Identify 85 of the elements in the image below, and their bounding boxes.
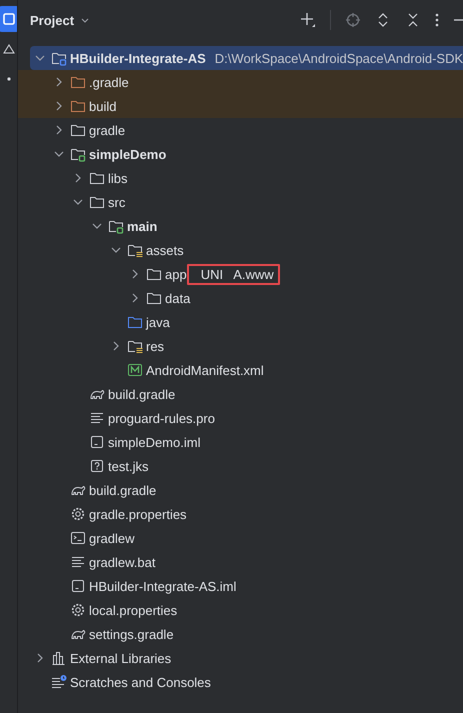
file-icon [70,578,86,594]
folder-icon [70,74,86,90]
tree-row[interactable]: .gradle [18,70,463,94]
folder-icon [127,314,143,330]
tree-row[interactable]: assets [18,238,463,262]
manifest-icon [127,362,143,378]
item-name: simpleDemo.iml [108,434,200,450]
item-name: res [146,338,164,354]
item-name: java [146,314,170,330]
tree-row[interactable]: External Libraries [18,646,463,670]
item-name: proguard-rules.pro [108,410,215,426]
tree-row[interactable]: gradlew.bat [18,550,463,574]
item-name: build.gradle [108,386,176,402]
project-folder-icon [51,50,67,66]
tree-row[interactable]: gradlew [18,526,463,550]
scratches-icon [51,674,67,690]
file-icon [89,434,105,450]
tree-row[interactable]: local.properties [18,598,463,622]
tree-row[interactable]: res [18,334,463,358]
item-name: gradlew [89,530,135,546]
libraries-icon [51,650,67,666]
item-name: data [165,290,190,306]
text-file-icon [70,554,86,570]
item-name: External Libraries [70,650,172,666]
project-icon [1,11,17,27]
tree-row[interactable]: test.jks [18,454,463,478]
tree-row[interactable]: AndroidManifest.xml [18,358,463,382]
item-name: assets [146,242,184,258]
item-name: libs [108,170,128,186]
more-icon[interactable] [435,12,439,28]
project-path: D:\WorkSpace\AndroidSpace\Android-SDK [214,50,463,66]
item-name: HBuilder-Integrate-AS.iml [89,578,236,594]
item-name: build [89,98,116,114]
item-name: gradle [89,122,126,138]
highlighted-text: UNI A.www [186,264,280,284]
tree-row[interactable]: build.gradle [18,382,463,406]
folder-icon [146,266,162,282]
tree-row[interactable]: build.gradle [18,478,463,502]
module-folder-icon [70,146,86,162]
item-name: Scratches and Consoles [70,674,211,690]
resources-folder-icon [127,242,143,258]
item-name: AndroidManifest.xml [146,362,264,378]
tree-row[interactable]: src [18,190,463,214]
tree-row[interactable]: main [18,214,463,238]
locate-icon[interactable] [345,12,361,28]
tree-row[interactable]: app UNI A.www [18,262,463,286]
folder-icon [89,170,105,186]
item-name: HBuilder-Integrate-AS [70,50,206,66]
item-name: gradle.properties [89,506,187,522]
text-file-icon [89,410,105,426]
tree-row[interactable]: proguard-rules.pro [18,406,463,430]
item-name: build.gradle [89,482,156,498]
unknown-file-icon [89,458,105,474]
item-name: simpleDemo [89,146,166,162]
terminal-icon [70,530,86,546]
tree-row[interactable]: java [18,310,463,334]
tree-row[interactable]: HBuilder-Integrate-AS.iml [18,574,463,598]
item-name: main [127,218,158,234]
settings-icon [70,506,86,522]
settings-icon [70,602,86,618]
tree-row[interactable]: libs [18,166,463,190]
tree-row[interactable]: simpleDemo.iml [18,430,463,454]
tree-row[interactable]: gradle [18,118,463,142]
item-name: test.jks [108,458,148,474]
folder-icon [70,122,86,138]
folder-icon [146,290,162,306]
folder-icon [89,194,105,210]
item-name: settings.gradle [89,626,174,642]
module-folder-icon [108,218,124,234]
item-name: src [108,194,126,210]
item-name: local.properties [89,602,178,618]
tree-row[interactable]: settings.gradle [18,622,463,646]
tree-row[interactable]: gradle.properties [18,502,463,526]
tree-row[interactable]: Scratches and Consoles [18,670,463,694]
folder-icon [70,98,86,114]
tree-row[interactable]: data [18,286,463,310]
item-name: app [165,266,187,282]
tree-row[interactable]: HBuilder-Integrate-AS D:\WorkSpace\AndroidSpace\Android-SDK [30,46,463,70]
tree-row[interactable]: build [18,94,463,118]
add-icon[interactable] [300,12,316,28]
item-name: gradlew.bat [89,554,156,570]
panel-title[interactable]: Project [30,12,74,28]
resources-folder-icon [127,338,143,354]
item-name: .gradle [89,74,129,90]
tree-row[interactable]: simpleDemo [18,142,463,166]
